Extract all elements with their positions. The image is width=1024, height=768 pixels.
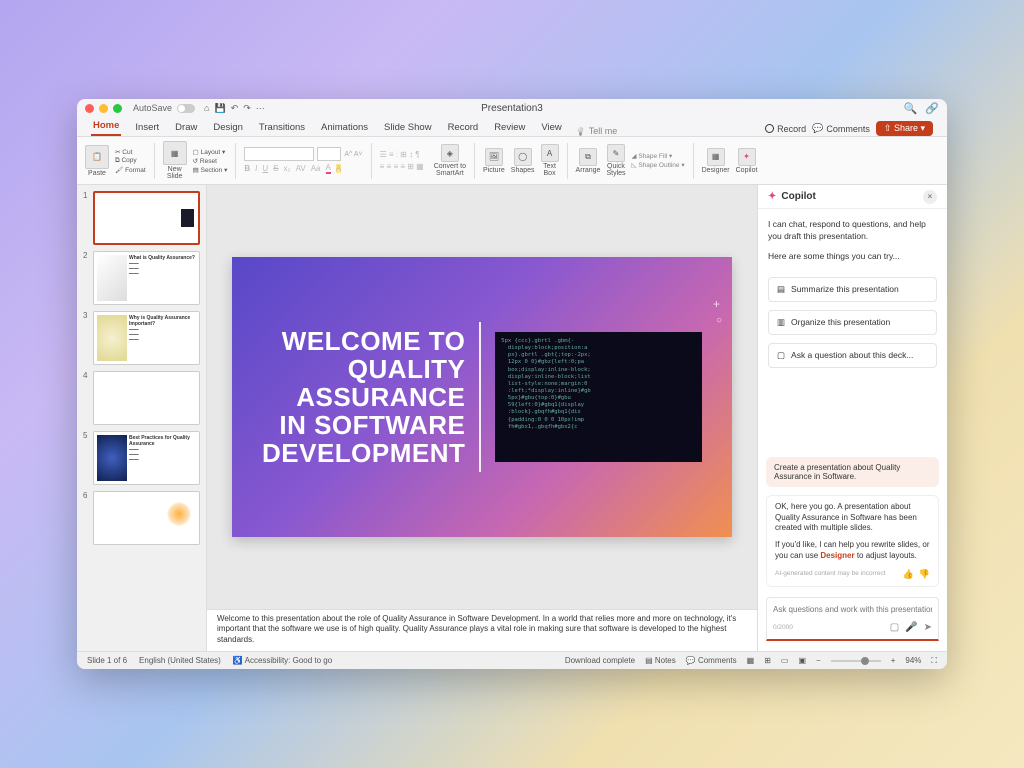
arrange-icon[interactable]: ⧉ bbox=[579, 148, 597, 166]
comments-button[interactable]: 💬 Comments bbox=[812, 123, 870, 134]
view-slideshow-icon[interactable]: ▣ bbox=[798, 656, 806, 665]
designer-button[interactable]: ▦Designer bbox=[702, 148, 730, 174]
thumbnail-panel: 1WELCOME TO QUALITY ASSURANCE IN SOFTWAR… bbox=[77, 185, 207, 651]
thumb-3[interactable]: 3Why is Quality Assurance Important?━━━━… bbox=[83, 311, 200, 365]
ribbon: 📋 Paste ✂ Cut ⧉ Copy 🖌 Format ▦ New Slid… bbox=[77, 137, 947, 185]
shapes-icon[interactable]: ◯ bbox=[514, 148, 532, 166]
main-area: WELCOME TO QUALITY ASSURANCE IN SOFTWARE… bbox=[207, 185, 757, 651]
tab-record[interactable]: Record bbox=[446, 119, 481, 136]
new-slide[interactable]: ▦ New Slide bbox=[163, 141, 187, 180]
copilot-icon[interactable]: ✦ bbox=[738, 148, 756, 166]
tell-me[interactable]: Tell me bbox=[576, 126, 617, 136]
thumbs-down-icon[interactable]: 👎 bbox=[919, 568, 930, 580]
paste-icon[interactable]: 📋 bbox=[85, 145, 109, 169]
mic-icon[interactable]: 🎤 bbox=[905, 622, 917, 633]
divider bbox=[479, 322, 481, 472]
accessibility[interactable]: ♿ Accessibility: Good to go bbox=[233, 656, 332, 665]
attach-icon[interactable]: ▢ bbox=[890, 622, 899, 633]
thumb-4[interactable]: 4The Role of QA in the Software Developm… bbox=[83, 371, 200, 425]
tab-insert[interactable]: Insert bbox=[133, 119, 161, 136]
zoom-slider[interactable] bbox=[831, 660, 881, 662]
view-normal-icon[interactable]: ▦ bbox=[747, 656, 755, 665]
tab-home[interactable]: Home bbox=[91, 117, 121, 136]
shapefill-button[interactable]: ◢ Shape Fill ▾ bbox=[632, 152, 685, 160]
shapes-button[interactable]: ◯Shapes bbox=[511, 148, 535, 174]
copilot-input-box[interactable]: 0/2000▢🎤➤ bbox=[766, 597, 939, 641]
tab-draw[interactable]: Draw bbox=[173, 119, 199, 136]
sugg-summarize[interactable]: ▤Summarize this presentation bbox=[768, 277, 937, 302]
copilot-header: Copilot× bbox=[758, 185, 947, 209]
notes-pane[interactable]: Welcome to this presentation about the r… bbox=[207, 609, 757, 651]
zoom-out[interactable]: − bbox=[816, 656, 821, 665]
tab-slideshow[interactable]: Slide Show bbox=[382, 119, 434, 136]
sugg-ask[interactable]: ▢Ask a question about this deck... bbox=[768, 343, 937, 368]
font-size[interactable] bbox=[317, 147, 341, 161]
share-button[interactable]: ⇧ Share ▾ bbox=[876, 121, 933, 136]
tab-review[interactable]: Review bbox=[492, 119, 527, 136]
ribbon-tabs: Home Insert Draw Design Transitions Anim… bbox=[77, 117, 947, 137]
view-sorter-icon[interactable]: ⊞ bbox=[764, 656, 771, 665]
copy-button[interactable]: ⧉ Copy bbox=[115, 157, 146, 165]
titlebar: AutoSave ⌂ 💾 ↶ ↷ ⋯ Presentation3 🔍 🔗 bbox=[77, 99, 947, 117]
sugg-organize[interactable]: ▥Organize this presentation bbox=[768, 310, 937, 335]
app-window: AutoSave ⌂ 💾 ↶ ↷ ⋯ Presentation3 🔍 🔗 Hom… bbox=[77, 99, 947, 669]
download-status: Download complete bbox=[565, 656, 635, 665]
format-button[interactable]: 🖌 Format bbox=[115, 166, 146, 174]
thumb-1[interactable]: 1WELCOME TO QUALITY ASSURANCE IN SOFTWAR… bbox=[83, 191, 200, 245]
comments-toggle[interactable]: 💬 Comments bbox=[686, 656, 737, 665]
slide-counter: Slide 1 of 6 bbox=[87, 656, 127, 665]
doc-title: Presentation3 bbox=[77, 103, 947, 114]
paste-group[interactable]: 📋 Paste bbox=[85, 145, 109, 177]
designer-icon[interactable]: ▦ bbox=[707, 148, 725, 166]
thumbs-up-icon[interactable]: 👍 bbox=[903, 568, 914, 580]
layout-button[interactable]: ▢ Layout ▾ bbox=[193, 148, 228, 156]
tab-transitions[interactable]: Transitions bbox=[257, 119, 307, 136]
textbox-button[interactable]: AText Box bbox=[541, 144, 559, 177]
fit-icon[interactable]: ⛶ bbox=[931, 656, 937, 666]
thumb-2[interactable]: 2What is Quality Assurance?━━━━━━━━━━━━ bbox=[83, 251, 200, 305]
new-slide-icon[interactable]: ▦ bbox=[163, 141, 187, 165]
copilot-intro: I can chat, respond to questions, and he… bbox=[758, 209, 947, 273]
copilot-ribbon-button[interactable]: ✦Copilot bbox=[736, 148, 758, 174]
smartart[interactable]: ◈ Convert to SmartArt bbox=[434, 144, 466, 177]
quick-icon[interactable]: ✎ bbox=[607, 144, 625, 162]
stack-icon: ▥ bbox=[777, 317, 785, 328]
tab-design[interactable]: Design bbox=[211, 119, 245, 136]
copilot-input[interactable] bbox=[773, 605, 932, 614]
doc-icon: ▤ bbox=[777, 284, 785, 295]
font-select[interactable] bbox=[244, 147, 314, 161]
copilot-reply: OK, here you go. A presentation about Qu… bbox=[766, 495, 939, 587]
slide-title[interactable]: WELCOME TO QUALITY ASSURANCE IN SOFTWARE… bbox=[262, 327, 465, 467]
view-reading-icon[interactable]: ▭ bbox=[781, 656, 789, 665]
user-message: Create a presentation about Quality Assu… bbox=[766, 457, 939, 487]
section-button[interactable]: ▤ Section ▾ bbox=[193, 166, 228, 174]
language[interactable]: English (United States) bbox=[139, 656, 221, 665]
send-icon[interactable]: ➤ bbox=[924, 622, 932, 633]
zoom-level[interactable]: 94% bbox=[905, 656, 921, 665]
picture-button[interactable]: 🖼Picture bbox=[483, 148, 505, 174]
arrange-button[interactable]: ⧉Arrange bbox=[576, 148, 601, 174]
textbox-icon[interactable]: A bbox=[541, 144, 559, 162]
question-icon: ▢ bbox=[777, 350, 785, 361]
zoom-in[interactable]: + bbox=[891, 656, 896, 665]
slide-canvas[interactable]: WELCOME TO QUALITY ASSURANCE IN SOFTWARE… bbox=[207, 185, 757, 609]
tab-animations[interactable]: Animations bbox=[319, 119, 370, 136]
thumb-5[interactable]: 5Best Practices for Quality Assurance━━━… bbox=[83, 431, 200, 485]
tab-view[interactable]: View bbox=[539, 119, 563, 136]
record-button[interactable]: Record bbox=[765, 124, 806, 134]
thumb-6[interactable]: 6Conclusion bbox=[83, 491, 200, 545]
status-bar: Slide 1 of 6 English (United States) ♿ A… bbox=[77, 651, 947, 669]
cut-button[interactable]: ✂ Cut bbox=[115, 148, 146, 156]
picture-icon[interactable]: 🖼 bbox=[485, 148, 503, 166]
code-image[interactable]: 5px {ccc}.gbrtl .gbm{- display:block;pos… bbox=[495, 332, 702, 462]
copilot-pane: Copilot× I can chat, respond to question… bbox=[757, 185, 947, 651]
slide[interactable]: WELCOME TO QUALITY ASSURANCE IN SOFTWARE… bbox=[232, 257, 732, 537]
shapeoutline-button[interactable]: ◺ Shape Outline ▾ bbox=[632, 161, 685, 169]
quickstyles-button[interactable]: ✎Quick Styles bbox=[606, 144, 625, 177]
smartart-icon[interactable]: ◈ bbox=[441, 144, 459, 162]
close-copilot[interactable]: × bbox=[923, 190, 937, 204]
reset-button[interactable]: ↺ Reset bbox=[193, 157, 228, 165]
notes-toggle[interactable]: ▤ Notes bbox=[645, 656, 676, 665]
